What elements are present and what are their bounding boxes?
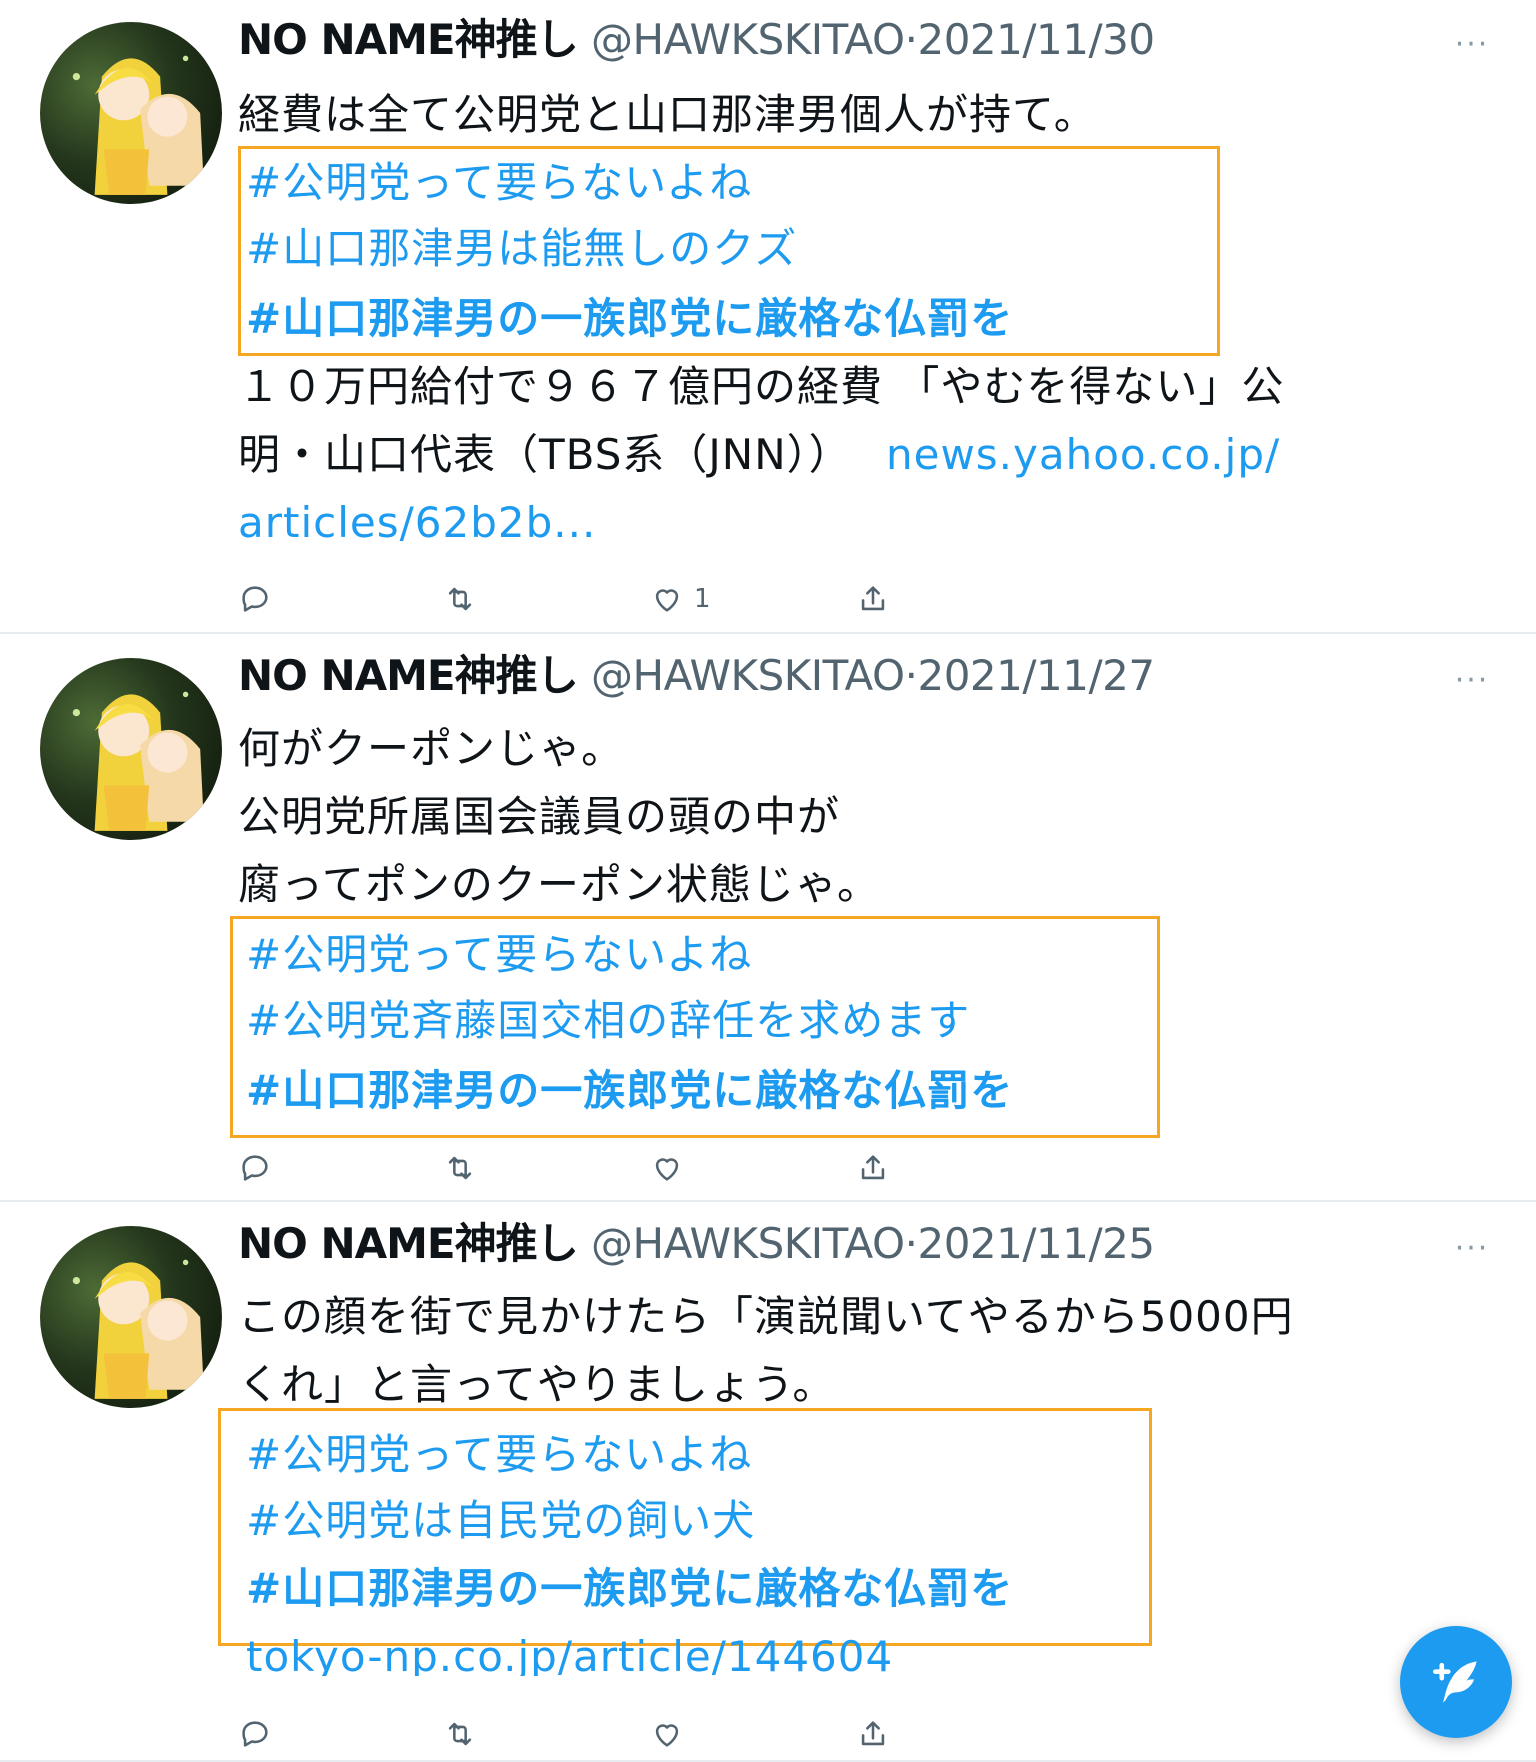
separator-dot: · (904, 15, 918, 64)
compose-tweet-icon (1433, 1661, 1477, 1703)
hashtag-link[interactable]: #山口那津男の一族郎党に厳格な仏罰を (246, 286, 1013, 352)
retweet-button[interactable] (443, 1714, 477, 1754)
like-icon (655, 1158, 679, 1181)
share-icon (861, 586, 885, 611)
like-icon (655, 589, 679, 612)
hashtag-link[interactable]: #山口那津男の一族郎党に厳格な仏罰を (246, 1058, 1013, 1124)
url-link[interactable]: news.yahoo.co.jp/ (886, 430, 1280, 479)
separator-dot: · (904, 1219, 918, 1268)
separator-dot: · (904, 651, 918, 700)
share-button[interactable] (856, 579, 890, 619)
compose-tweet-button[interactable] (1400, 1626, 1512, 1738)
more-options-icon[interactable]: ··· (1452, 1234, 1492, 1264)
hashtag-link[interactable]: #公明党斉藤国交相の辞任を求めます (246, 988, 970, 1054)
divider (0, 1200, 1536, 1202)
reply-button[interactable] (238, 579, 272, 619)
avatar-image (72, 691, 204, 831)
like-button[interactable] (650, 1714, 684, 1754)
retweet-button[interactable] (443, 1148, 477, 1188)
tweet-text-line: 何がクーポンじゃ。 (238, 724, 625, 773)
timestamp[interactable]: 2021/11/27 (917, 651, 1155, 700)
display-name[interactable]: NO NAME神推し (238, 1219, 579, 1268)
share-button[interactable] (856, 1714, 890, 1754)
share-icon (861, 1721, 885, 1746)
like-button[interactable] (650, 1148, 684, 1188)
handle[interactable]: @HAWKSKITAO (591, 15, 905, 64)
retweet-button[interactable] (443, 579, 477, 619)
timestamp[interactable]: 2021/11/25 (917, 1219, 1155, 1268)
hashtag-link[interactable]: #公明党って要らないよね (246, 150, 752, 216)
tweet-text-line: 明・山口代表（TBS系（JNN）） (238, 430, 852, 479)
url-link[interactable]: tokyo-np.co.jp/article/144604 (246, 1624, 893, 1676)
tweet-text-line: この顔を街で見かけたら「演説聞いてやるから5000円 (238, 1292, 1294, 1341)
avatar-image (72, 1259, 204, 1399)
avatar[interactable] (40, 658, 222, 840)
avatar-image (72, 55, 204, 195)
like-icon (655, 1724, 679, 1747)
hashtag-link[interactable]: #公明党って要らないよね (246, 922, 752, 988)
reply-button[interactable] (238, 1714, 272, 1754)
share-button[interactable] (856, 1148, 890, 1188)
retweet-icon (448, 1722, 472, 1746)
tweet-text-line: １０万円給付で９６７億円の経費 「やむを得ない」公 (238, 362, 1285, 411)
handle[interactable]: @HAWKSKITAO (591, 1219, 905, 1268)
url-link[interactable]: articles/62b2b... (238, 490, 596, 556)
more-options-icon[interactable]: ··· (1452, 30, 1492, 60)
like-count: 1 (694, 584, 711, 614)
reply-button[interactable] (238, 1148, 272, 1188)
more-options-icon[interactable]: ··· (1452, 666, 1492, 696)
timestamp[interactable]: 2021/11/30 (917, 15, 1155, 64)
tweet-text-line: 経費は全て公明党と山口那津男個人が持て。 (238, 90, 1097, 139)
tweet-text-line: 公明党所属国会議員の頭の中が (238, 792, 841, 841)
display-name[interactable]: NO NAME神推し (238, 15, 579, 64)
divider (0, 632, 1536, 634)
hashtag-link[interactable]: #山口那津男の一族郎党に厳格な仏罰を (246, 1556, 1013, 1622)
retweet-icon (448, 587, 472, 611)
avatar[interactable] (40, 22, 222, 204)
hashtag-link[interactable]: #公明党って要らないよね (246, 1422, 752, 1488)
reply-icon (242, 1155, 268, 1181)
handle[interactable]: @HAWKSKITAO (591, 651, 905, 700)
hashtag-link[interactable]: #公明党は自民党の飼い犬 (246, 1488, 755, 1554)
display-name[interactable]: NO NAME神推し (238, 651, 579, 700)
reply-icon (242, 1721, 268, 1747)
tweet-text-line: 腐ってポンのクーポン状態じゃ。 (238, 860, 881, 909)
retweet-icon (448, 1156, 472, 1180)
share-icon (861, 1155, 885, 1180)
avatar[interactable] (40, 1226, 222, 1408)
like-button[interactable]: 1 (650, 579, 711, 619)
reply-icon (242, 586, 268, 612)
hashtag-link[interactable]: #山口那津男は能無しのクズ (246, 216, 797, 282)
